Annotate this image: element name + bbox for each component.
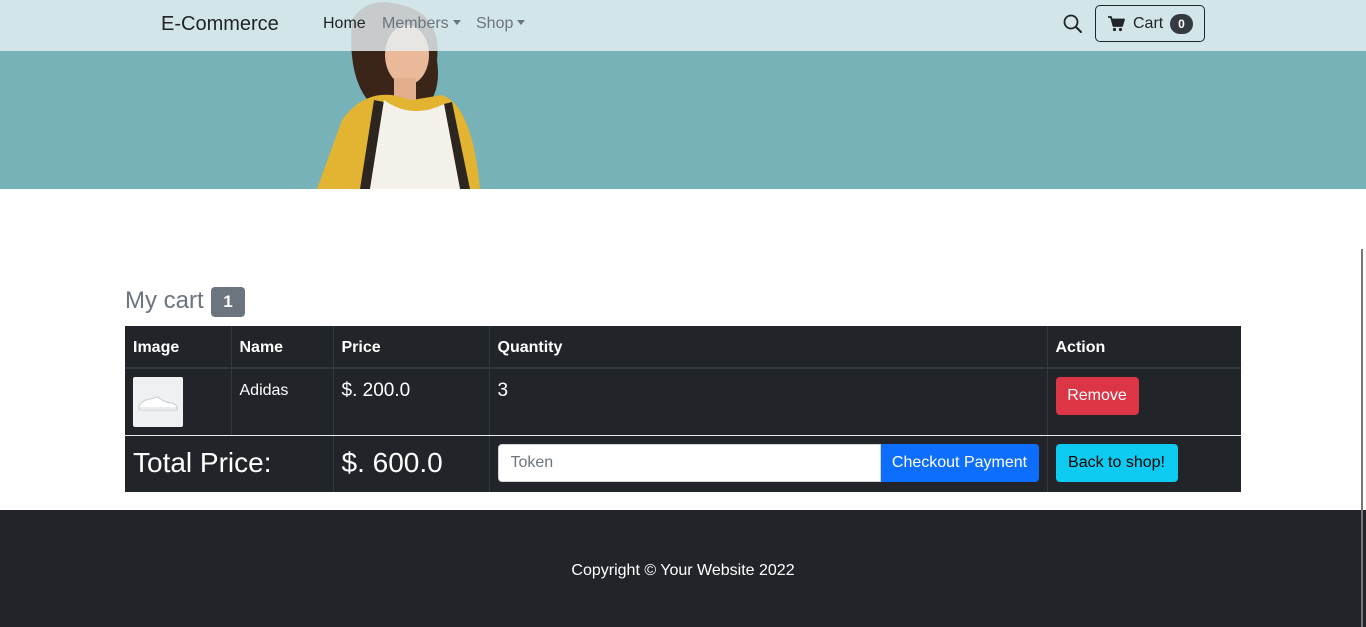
- table-header-row: Image Name Price Quantity Action: [125, 326, 1241, 369]
- column-header-quantity: Quantity: [489, 326, 1048, 369]
- cart-title: My cart: [125, 287, 204, 314]
- column-header-price: Price: [333, 326, 490, 369]
- product-name: Adidas: [239, 382, 289, 399]
- shopping-cart-icon: [1108, 16, 1125, 32]
- checkout-payment-button[interactable]: Checkout Payment: [880, 443, 1039, 482]
- product-image-cell: [125, 368, 232, 436]
- product-quantity: 3: [497, 380, 509, 401]
- chevron-down-icon: [517, 20, 526, 25]
- cart-label: Cart: [1133, 15, 1164, 32]
- brand-logo[interactable]: E-Commerce: [161, 13, 279, 36]
- table-row: Adidas $. 200.0 3 Remove: [125, 368, 1241, 436]
- cart-table: Image Name Price Quantity Action Adidas …: [125, 326, 1241, 492]
- chevron-down-icon: [452, 20, 461, 25]
- cart-count-badge: 1: [211, 287, 245, 317]
- product-price: $. 200.0: [341, 380, 411, 401]
- checkout-input-group: Checkout Payment: [497, 443, 1039, 482]
- column-header-name: Name: [231, 326, 334, 369]
- total-price-value: $. 600.0: [341, 446, 443, 478]
- cart-count-badge: 0: [1170, 14, 1193, 34]
- nav-members-label: Members: [382, 15, 449, 32]
- total-price-label: Total Price:: [133, 446, 272, 478]
- top-navbar: E-Commerce Home Members Shop Cart 0: [0, 0, 1366, 51]
- total-row: Total Price: $. 600.0 Checkout Payment B…: [125, 435, 1241, 492]
- product-thumbnail: [133, 377, 183, 427]
- nav-home-link[interactable]: Home: [323, 15, 366, 33]
- cart-button[interactable]: Cart 0: [1095, 5, 1205, 42]
- token-input[interactable]: [497, 443, 881, 482]
- sneaker-icon: [138, 396, 178, 411]
- remove-button[interactable]: Remove: [1055, 377, 1139, 415]
- back-to-shop-button[interactable]: Back to shop!: [1055, 443, 1178, 482]
- copyright-text: Copyright © Your Website 2022: [571, 562, 795, 579]
- page-footer: Copyright © Your Website 2022: [0, 510, 1366, 627]
- column-header-action: Action: [1047, 326, 1241, 369]
- column-header-image: Image: [125, 326, 232, 369]
- search-icon[interactable]: [1062, 13, 1084, 35]
- nav-shop-dropdown[interactable]: Shop: [476, 15, 526, 33]
- nav-members-dropdown[interactable]: Members: [382, 15, 461, 33]
- page-scrollbar[interactable]: [1361, 249, 1363, 627]
- nav-shop-label: Shop: [476, 15, 514, 32]
